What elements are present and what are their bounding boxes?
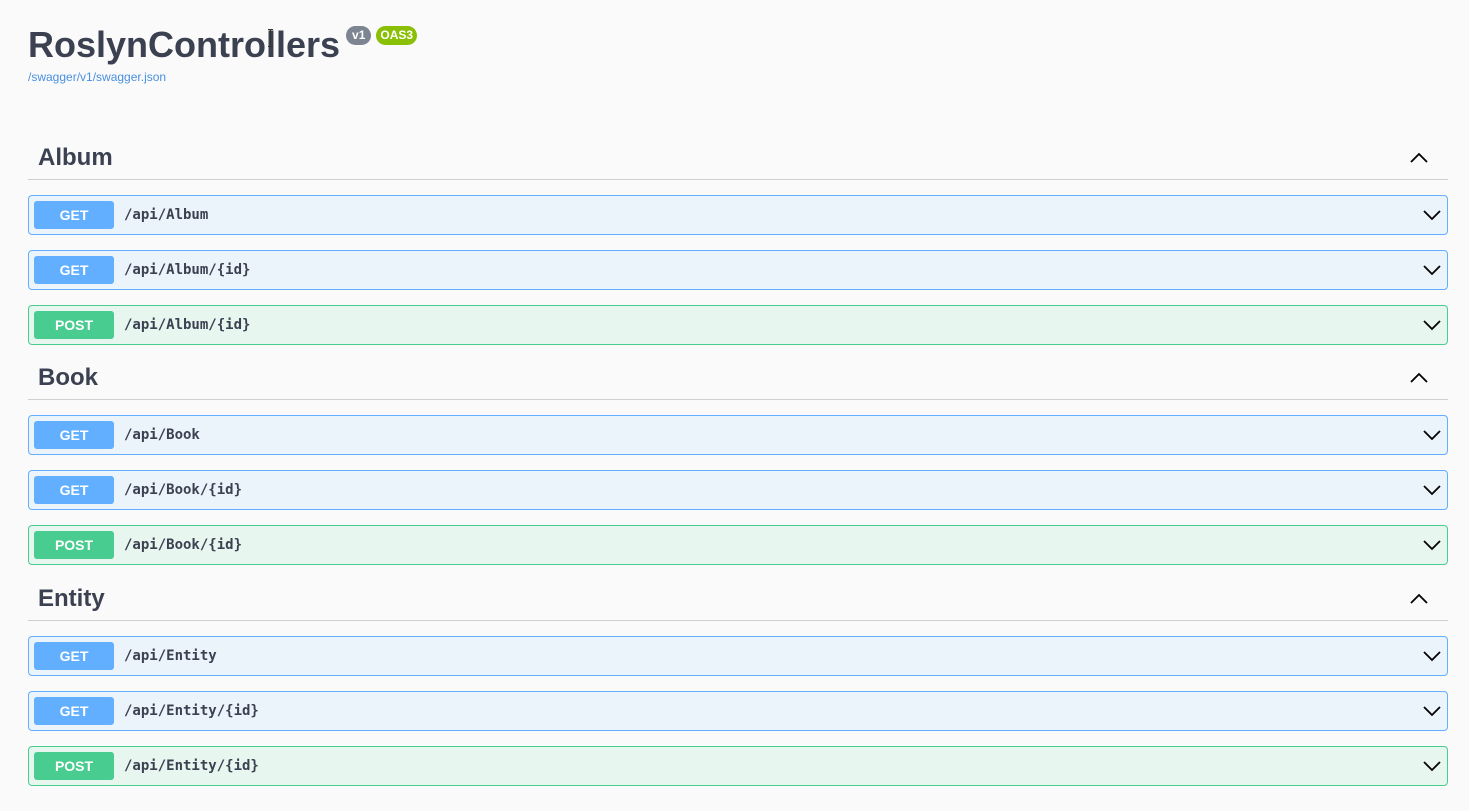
method-badge: POST: [34, 311, 114, 339]
chevron-up-icon[interactable]: [1410, 151, 1428, 165]
swagger-json-link[interactable]: /swagger/v1/swagger.json: [28, 70, 417, 84]
operation-post-book-id[interactable]: POST /api/Book/{id}: [28, 525, 1448, 565]
tag-name: Album: [38, 144, 113, 171]
api-title: RoslynControllers: [28, 24, 341, 65]
operation-get-entity[interactable]: GET /api/Entity: [28, 636, 1448, 676]
chevron-down-icon[interactable]: [1423, 318, 1441, 332]
operation-path: /api/Entity/{id}: [124, 703, 259, 719]
operation-get-book[interactable]: GET /api/Book: [28, 415, 1448, 455]
method-badge: POST: [34, 752, 114, 780]
method-badge: GET: [34, 642, 114, 670]
operation-post-entity-id[interactable]: POST /api/Entity/{id}: [28, 746, 1448, 786]
tag-name: Book: [38, 364, 98, 391]
tag-header-book[interactable]: Book: [28, 357, 1448, 400]
tag-name: Entity: [38, 585, 105, 612]
operation-path: /api/Album/{id}: [124, 317, 251, 333]
text-cursor-icon: [268, 29, 274, 47]
method-badge: POST: [34, 531, 114, 559]
operation-path: /api/Album: [124, 207, 209, 223]
method-badge: GET: [34, 201, 114, 229]
version-badge: v1: [346, 26, 372, 45]
chevron-down-icon[interactable]: [1423, 428, 1441, 442]
chevron-down-icon[interactable]: [1423, 538, 1441, 552]
tag-section-book: Book GET /api/Book GET /api/Book/{id} PO…: [28, 357, 1448, 565]
method-badge: GET: [34, 697, 114, 725]
operation-path: /api/Book/{id}: [124, 482, 243, 498]
method-badge: GET: [34, 476, 114, 504]
operation-path: /api/Entity/{id}: [124, 758, 259, 774]
tag-header-album[interactable]: Album: [28, 137, 1448, 180]
chevron-down-icon[interactable]: [1423, 649, 1441, 663]
oas-badge: OAS3: [376, 26, 418, 45]
chevron-up-icon[interactable]: [1410, 371, 1428, 385]
method-badge: GET: [34, 256, 114, 284]
chevron-down-icon[interactable]: [1423, 704, 1441, 718]
api-info: RoslynControllers v1 OAS3 /swagger/v1/sw…: [28, 24, 418, 84]
operation-get-album-id[interactable]: GET /api/Album/{id}: [28, 250, 1448, 290]
operation-path: /api/Book: [124, 427, 200, 443]
operation-path: /api/Album/{id}: [124, 262, 251, 278]
chevron-down-icon[interactable]: [1423, 208, 1441, 222]
tag-section-entity: Entity GET /api/Entity GET /api/Entity/{…: [28, 578, 1448, 786]
operation-path: /api/Entity: [124, 648, 217, 664]
operation-get-album[interactable]: GET /api/Album: [28, 195, 1448, 235]
operation-get-entity-id[interactable]: GET /api/Entity/{id}: [28, 691, 1448, 731]
operation-post-album-id[interactable]: POST /api/Album/{id}: [28, 305, 1448, 345]
operation-path: /api/Book/{id}: [124, 537, 243, 553]
title-row: RoslynControllers v1 OAS3: [28, 24, 418, 66]
chevron-up-icon[interactable]: [1410, 592, 1428, 606]
method-badge: GET: [34, 421, 114, 449]
chevron-down-icon[interactable]: [1423, 483, 1441, 497]
chevron-down-icon[interactable]: [1423, 263, 1441, 277]
operation-get-book-id[interactable]: GET /api/Book/{id}: [28, 470, 1448, 510]
tag-section-album: Album GET /api/Album GET /api/Album/{id}…: [28, 137, 1448, 345]
tag-header-entity[interactable]: Entity: [28, 578, 1448, 621]
chevron-down-icon[interactable]: [1423, 759, 1441, 773]
